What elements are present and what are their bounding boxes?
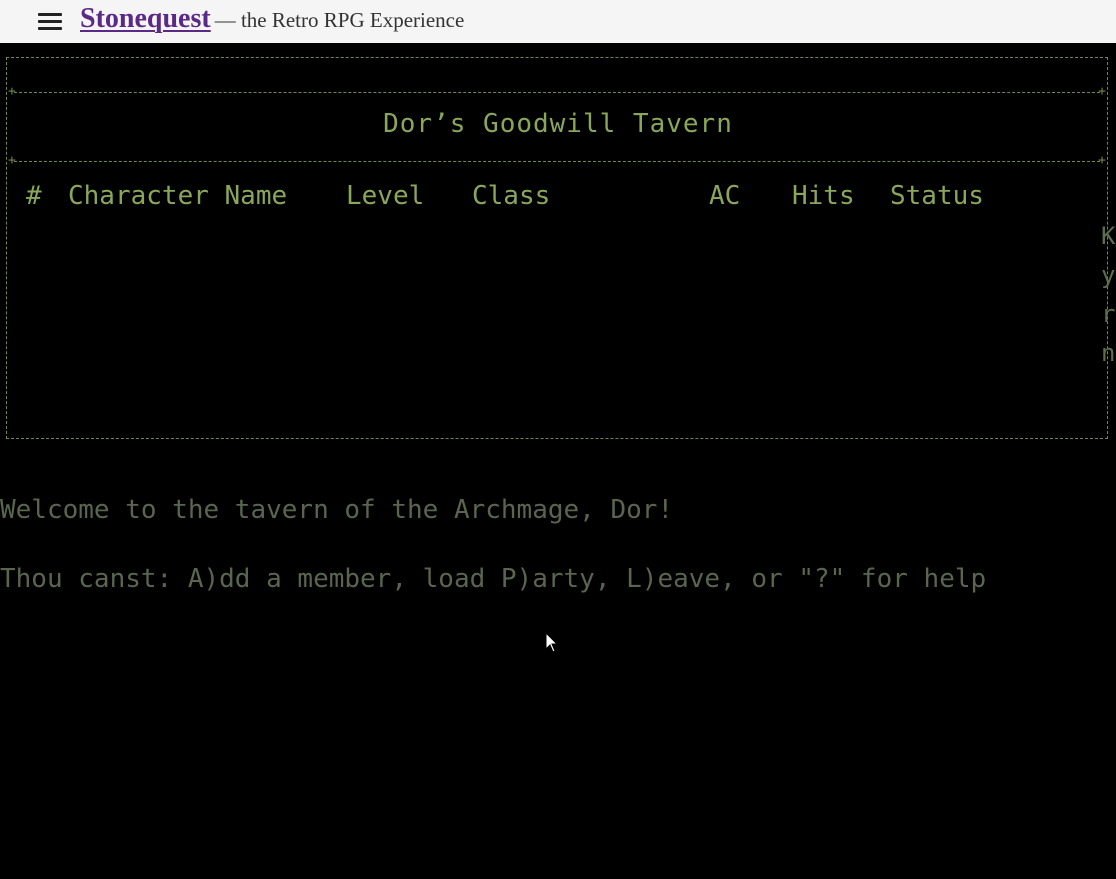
- side-letter: n: [1101, 339, 1116, 367]
- brand: Stonequest — the Retro RPG Experience: [80, 3, 464, 35]
- side-panel-letters: K y r n: [1101, 217, 1116, 373]
- hamburger-menu-icon[interactable]: [38, 13, 62, 31]
- tavern-title: Dor’s Goodwill Tavern: [383, 109, 733, 139]
- site-tagline: — the Retro RPG Experience: [214, 8, 465, 32]
- column-header-ac: AC: [709, 181, 741, 211]
- column-header-character-name: Character Name: [68, 181, 288, 211]
- side-letter: y: [1101, 261, 1116, 289]
- column-header-number: #: [26, 181, 42, 211]
- tavern-title-bottom-rule: [8, 153, 1106, 168]
- column-header-level: Level: [346, 181, 425, 211]
- site-name-link[interactable]: Stonequest: [80, 3, 211, 34]
- command-prompt: Thou canst: A)dd a member, load P)arty, …: [0, 564, 987, 594]
- column-header-class: Class: [472, 181, 551, 211]
- welcome-message: Welcome to the tavern of the Archmage, D…: [0, 495, 674, 525]
- mouse-pointer-icon: [545, 632, 559, 653]
- side-letter: K: [1101, 222, 1116, 250]
- column-header-hits: Hits: [792, 181, 855, 211]
- top-bar: Stonequest — the Retro RPG Experience: [0, 0, 1116, 43]
- column-header-status: Status: [890, 181, 984, 211]
- side-letter: r: [1101, 300, 1116, 328]
- game-screen[interactable]: Dor’s Goodwill Tavern # Character Name L…: [0, 43, 1116, 879]
- tavern-title-top-rule: [8, 84, 1106, 99]
